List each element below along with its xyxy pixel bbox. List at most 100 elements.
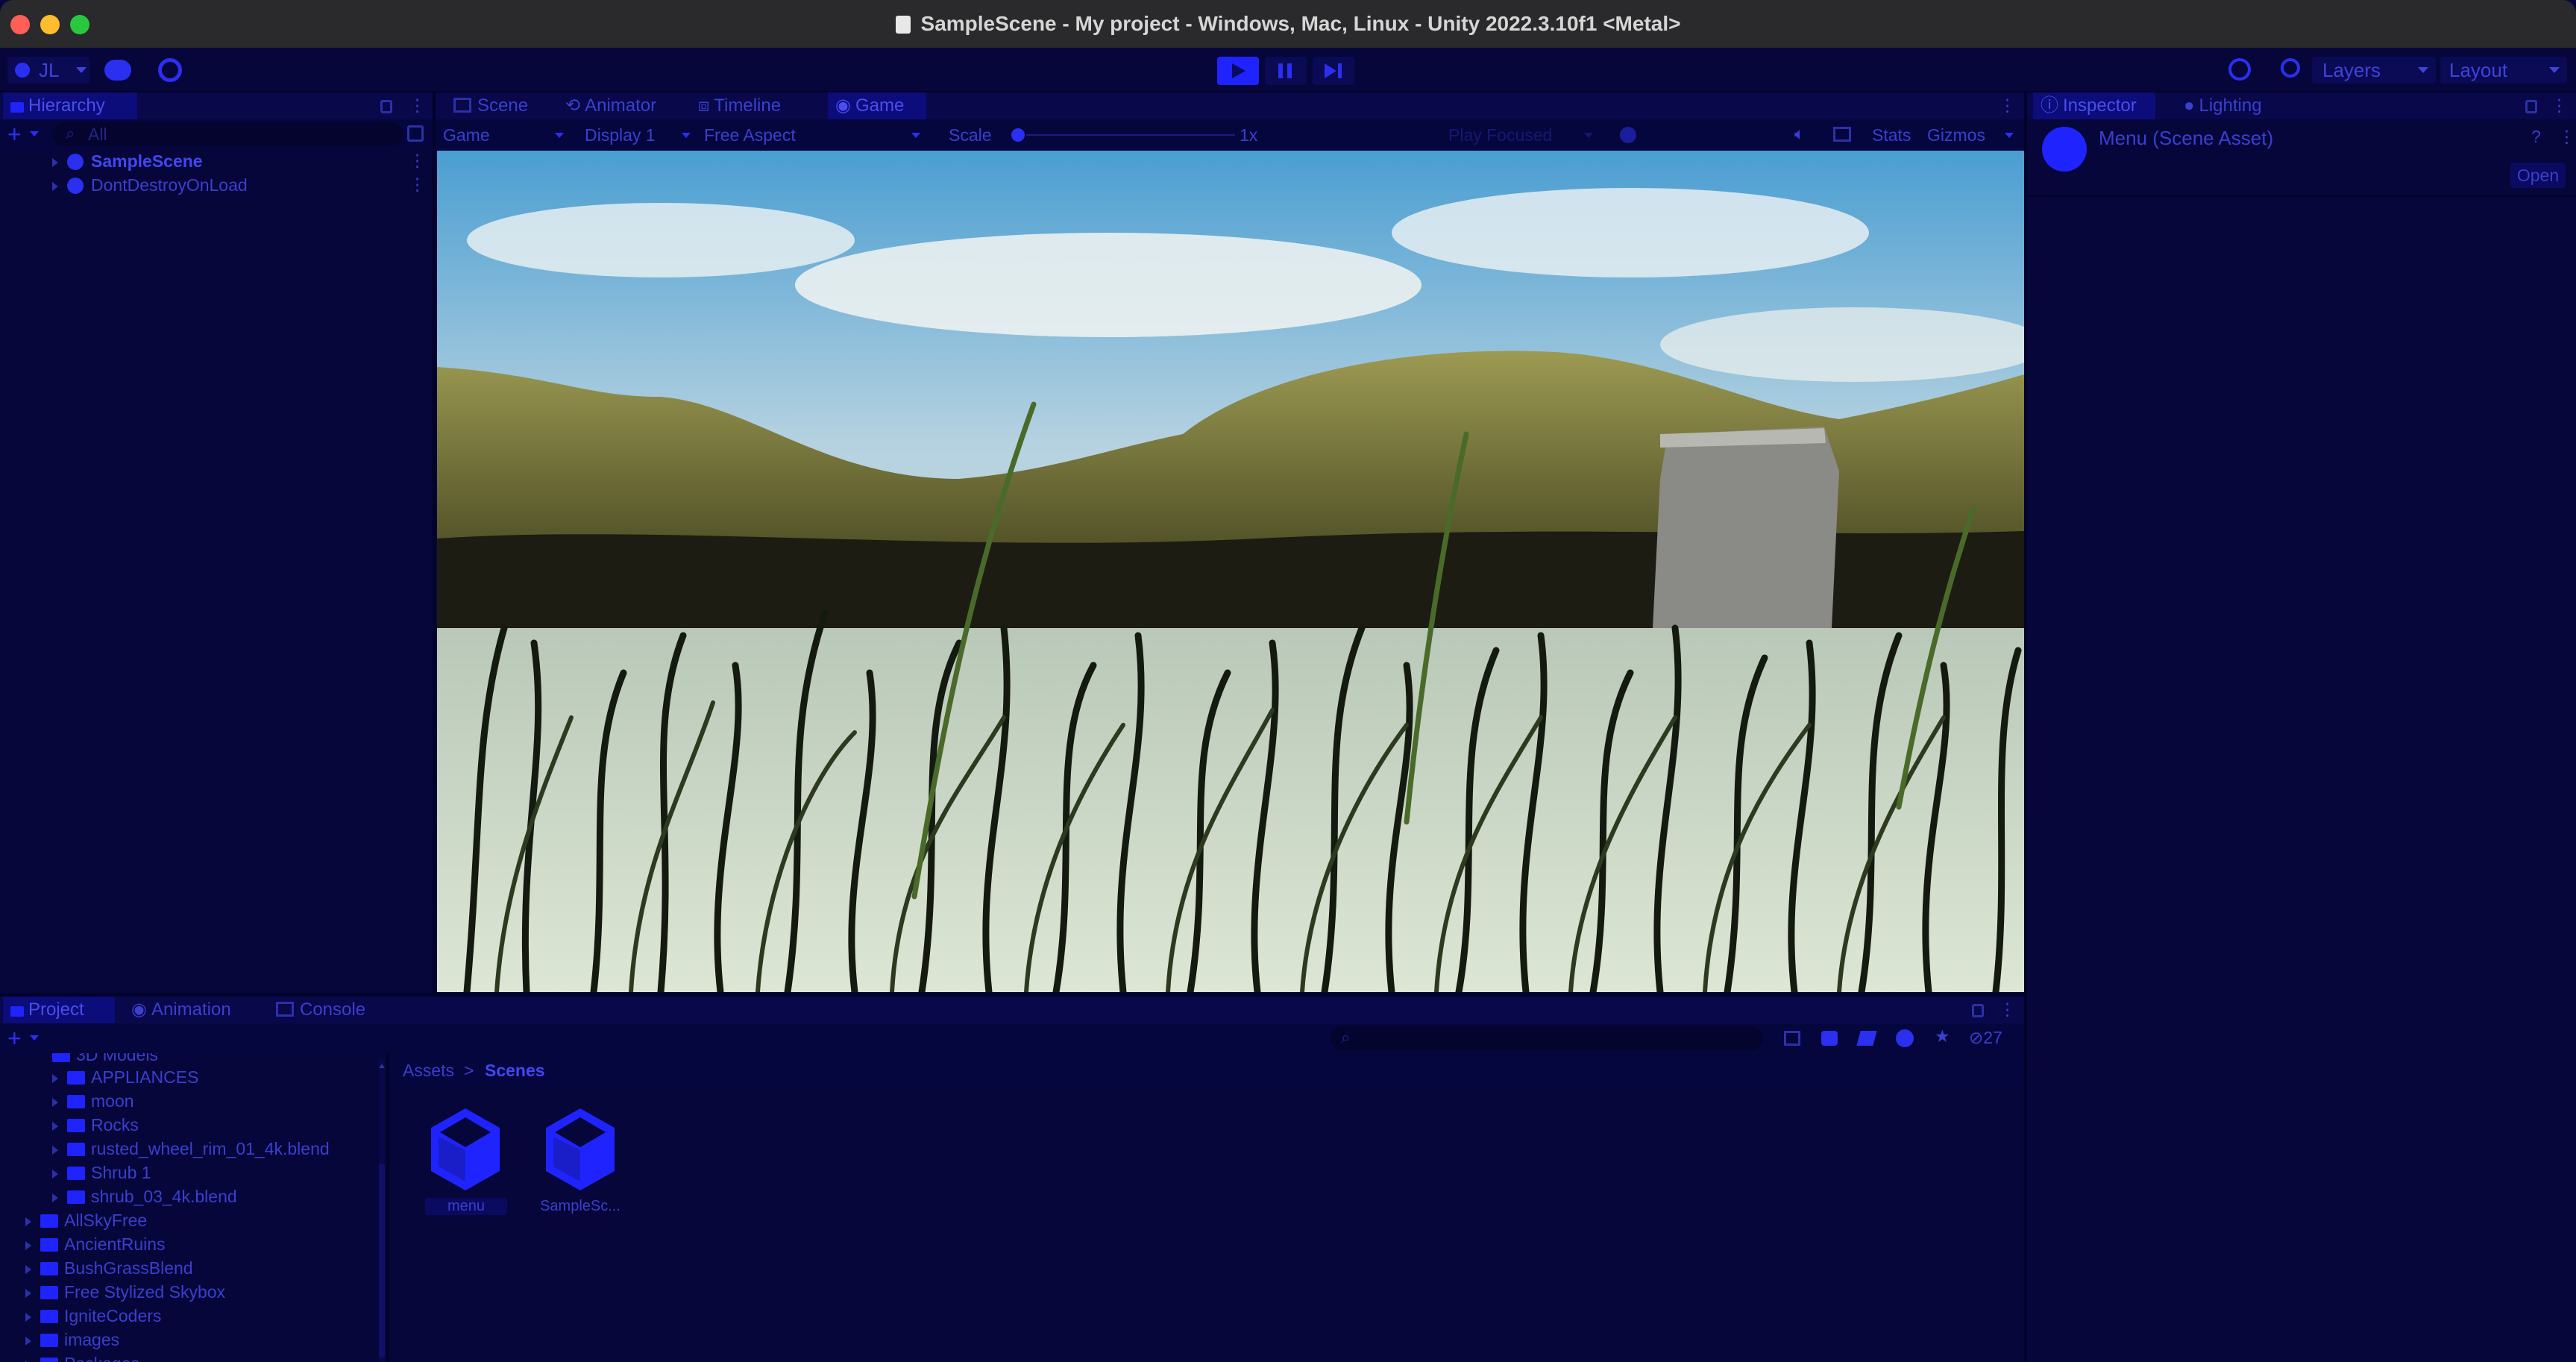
layout-label: Layout [2449, 59, 2508, 81]
folder-icon [52, 1053, 70, 1062]
open-button[interactable]: Open [2510, 163, 2566, 188]
tree-item-rocks[interactable]: Rocks [52, 1113, 139, 1137]
tab-lighting[interactable]: ● Lighting [2176, 92, 2288, 119]
folder-icon [40, 1214, 58, 1228]
history-icon[interactable] [2228, 58, 2251, 81]
hierarchy-item-samplescene[interactable]: SampleScene [52, 149, 203, 173]
kebab-menu-icon[interactable]: ⋮ [409, 95, 426, 116]
tree-item-ancientruins[interactable]: AncientRuins [25, 1232, 166, 1256]
panel-divider-right[interactable] [2024, 92, 2027, 1362]
play-focused-dropdown[interactable]: Play Focused [1448, 125, 1598, 145]
tab-animation[interactable]: ◉ Animation [124, 997, 258, 1023]
animation-icon: ◉ [131, 999, 147, 1020]
scale-slider-track[interactable] [1026, 134, 1235, 136]
tree-item-packages[interactable]: Packages [25, 1352, 139, 1362]
kebab-menu-icon[interactable]: ⋮ [2551, 95, 2568, 116]
cloud-icon[interactable] [104, 60, 131, 81]
asset-item-samplescene[interactable]: SampleSc... [535, 1107, 625, 1219]
step-button[interactable] [1313, 57, 1354, 85]
tree-item-allskyfree[interactable]: AllSkyFree [25, 1208, 147, 1232]
tree-scrollbar[interactable] [379, 1059, 385, 1362]
scale-slider-handle[interactable] [1011, 128, 1025, 142]
project-folder-tree: 3D Models APPLIANCES moon Rocks rusted_w… [0, 1053, 380, 1362]
asset-item-menu[interactable]: menu [425, 1107, 507, 1219]
info-circle-icon[interactable] [1896, 1029, 1914, 1047]
bottom-tabbar: Project ◉ Animation Console ⋮ [0, 997, 2026, 1023]
layers-dropdown[interactable]: Layers [2312, 57, 2436, 84]
breadcrumb-assets[interactable]: Assets [403, 1061, 454, 1081]
expand-arrow-icon [25, 1289, 31, 1298]
filter-type-icon[interactable] [1784, 1031, 1800, 1046]
tree-item-moon[interactable]: moon [52, 1089, 134, 1113]
expand-arrow-icon [52, 1146, 58, 1155]
tag-icon[interactable] [1856, 1031, 1877, 1046]
play-button[interactable] [1217, 57, 1259, 85]
settings-gear-icon[interactable] [158, 58, 182, 82]
tab-scene[interactable]: Scene [446, 92, 558, 119]
unity-document-icon [895, 16, 911, 34]
unity-scene-icon [431, 1108, 500, 1190]
display-dropdown[interactable]: Display 1 [585, 125, 697, 145]
game-view-toolbar: Game Display 1 Free Aspect Scale 1x Play… [437, 119, 2024, 151]
chevron-down-icon[interactable] [30, 131, 39, 136]
filter-label-icon[interactable] [1821, 1031, 1838, 1046]
kebab-menu-icon[interactable]: ⋮ [409, 151, 426, 171]
tree-item-ignitecoders[interactable]: IgniteCoders [25, 1304, 161, 1328]
project-toolbar: + ⌕ ★ ⊘27 [0, 1023, 2026, 1053]
tab-timeline[interactable]: ⧈ Timeline [691, 92, 816, 119]
project-split-divider[interactable] [386, 1053, 389, 1362]
kebab-menu-icon[interactable]: ⋮ [1999, 999, 2016, 1020]
lock-icon[interactable] [1972, 1004, 1984, 1017]
tree-item-rusted-wheel[interactable]: rusted_wheel_rim_01_4k.blend [52, 1137, 330, 1161]
scene-visibility-icon[interactable] [407, 125, 424, 142]
timeline-icon: ⧈ [698, 95, 710, 116]
search-icon[interactable] [2281, 58, 2300, 78]
hierarchy-search-input[interactable]: ⌕ All [52, 122, 403, 146]
grid-icon[interactable] [1833, 127, 1851, 142]
panel-divider-bottom[interactable] [0, 994, 2026, 997]
pause-button[interactable] [1265, 57, 1307, 85]
tab-animator[interactable]: ⟲ Animator [558, 92, 691, 119]
tree-item-images[interactable]: images [25, 1328, 119, 1352]
scroll-up-arrow-icon[interactable] [379, 1061, 385, 1068]
hidden-packages-toggle[interactable]: ⊘27 [1969, 1028, 2002, 1048]
lightbulb-icon: ● [2184, 95, 2195, 116]
tab-console[interactable]: Console [268, 997, 388, 1023]
tab-project[interactable]: Project [3, 997, 115, 1023]
tree-item-shrub-03[interactable]: shrub_03_4k.blend [52, 1184, 237, 1208]
add-icon[interactable]: + [7, 1025, 22, 1052]
layout-dropdown[interactable]: Layout [2440, 57, 2567, 84]
bug-icon[interactable] [1620, 127, 1636, 143]
kebab-menu-icon[interactable]: ⋮ [409, 175, 426, 195]
aspect-dropdown[interactable]: Free Aspect [704, 125, 928, 145]
tree-item-appliances[interactable]: APPLIANCES [52, 1065, 198, 1089]
tree-item-bushgrassblend[interactable]: BushGrassBlend [25, 1256, 193, 1280]
add-icon[interactable]: + [7, 121, 22, 148]
tab-hierarchy[interactable]: Hierarchy [3, 92, 137, 119]
gizmos-dropdown[interactable]: Gizmos [1927, 125, 2017, 145]
kebab-menu-icon[interactable]: ⋮ [2558, 127, 2575, 147]
chevron-down-icon[interactable] [30, 1035, 39, 1041]
kebab-menu-icon[interactable]: ⋮ [1999, 95, 2016, 116]
game-view-render[interactable] [437, 151, 2024, 992]
tree-scrollbar-thumb[interactable] [379, 1164, 385, 1358]
hierarchy-item-dontdestroyonload[interactable]: DontDestroyOnLoad [52, 173, 248, 197]
tree-item-shrub-1[interactable]: Shrub 1 [52, 1161, 151, 1184]
window-title: SampleScene - My project - Windows, Mac,… [0, 0, 2576, 48]
tab-inspector[interactable]: ⓘ Inspector [2033, 92, 2155, 119]
tree-item-free-stylized-skybox[interactable]: Free Stylized Skybox [25, 1280, 225, 1304]
stats-button[interactable]: Stats [1872, 125, 1911, 145]
lock-icon[interactable] [380, 100, 392, 113]
lock-icon[interactable] [2525, 100, 2537, 113]
step-icon-bar [1338, 63, 1342, 78]
game-mode-dropdown[interactable]: Game [443, 125, 570, 145]
account-dropdown[interactable]: JL [7, 57, 89, 84]
breadcrumb-scenes[interactable]: Scenes [485, 1061, 545, 1081]
panel-divider-left[interactable] [433, 92, 436, 994]
tab-game[interactable]: ◉ Game [828, 92, 926, 119]
star-icon[interactable]: ★ [1935, 1026, 1950, 1046]
help-icon[interactable]: ? [2531, 127, 2541, 147]
search-placeholder: All [88, 125, 107, 144]
project-search-input[interactable]: ⌕ [1331, 1026, 1763, 1050]
speaker-icon[interactable]: 🔈︎ [1794, 124, 1805, 144]
